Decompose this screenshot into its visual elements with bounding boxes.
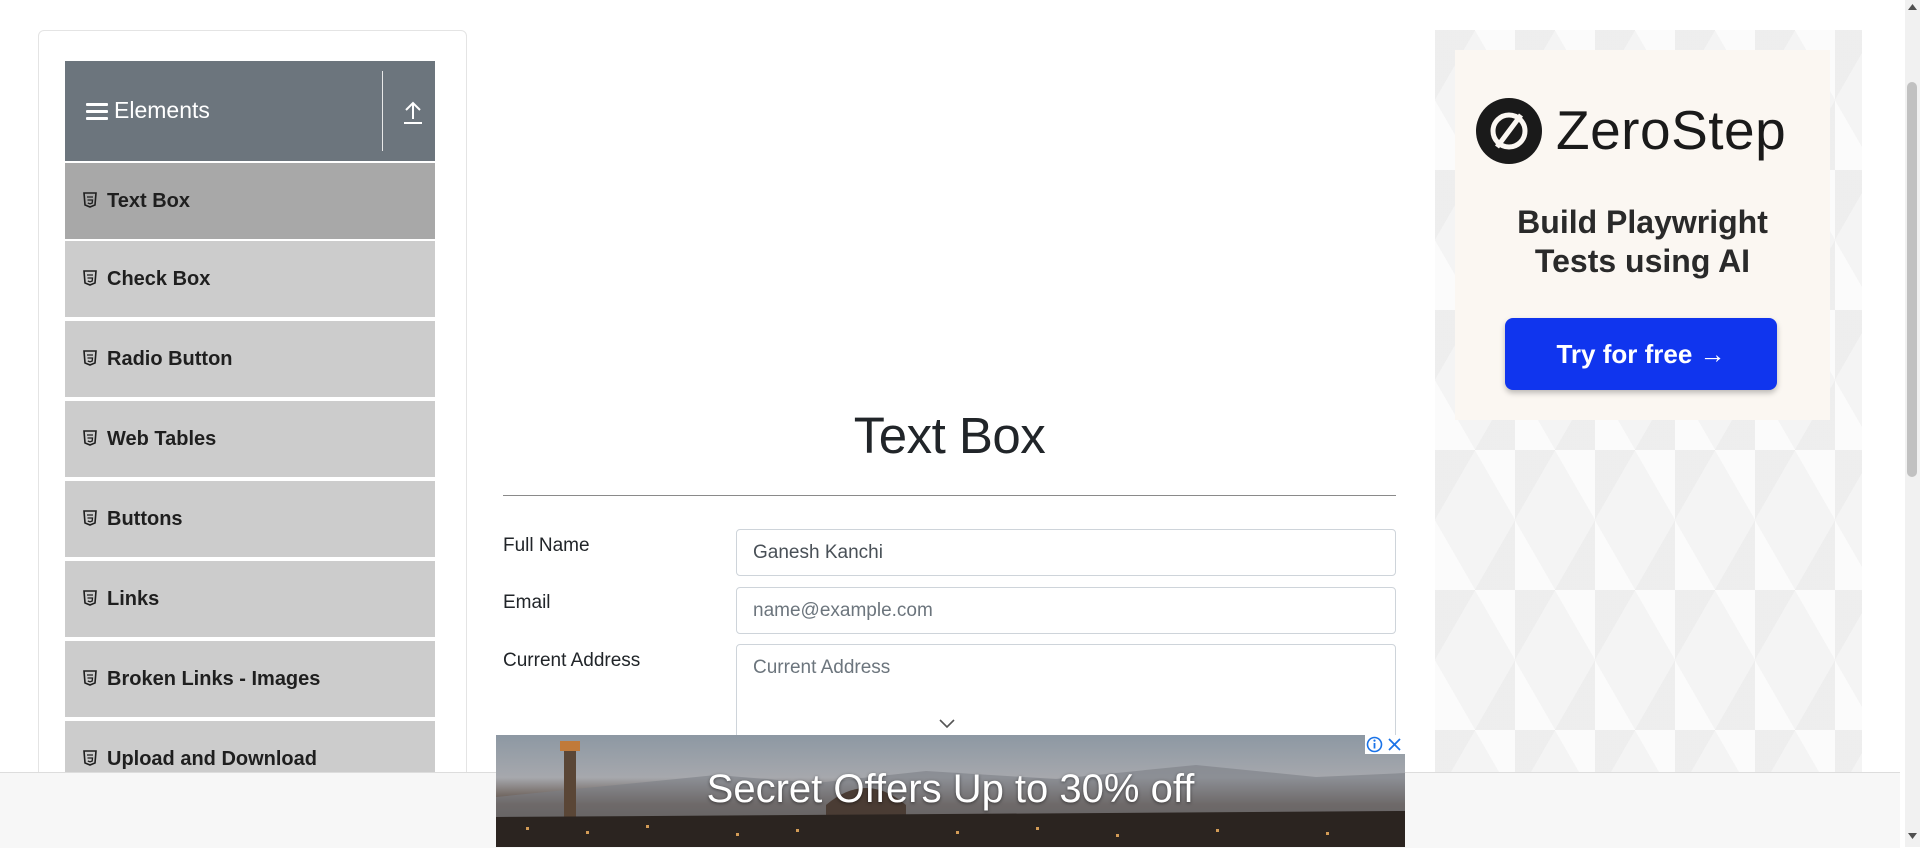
email-label: Email	[503, 592, 551, 613]
html5-icon	[83, 430, 97, 446]
bottom-banner-ad[interactable]: Secret Offers Up to 30% off	[496, 735, 1405, 847]
current-address-label: Current Address	[503, 650, 641, 671]
sidebar-item-check-box[interactable]: Check Box	[65, 239, 435, 317]
sidebar-item-label: Text Box	[107, 190, 190, 212]
elements-group-header[interactable]: Elements	[65, 61, 435, 161]
title-divider	[503, 495, 1396, 496]
sidebar-item-buttons[interactable]: Buttons	[65, 479, 435, 557]
scroll-up-arrow-icon[interactable]	[1908, 4, 1917, 10]
page-title: Text Box	[853, 407, 1046, 464]
html5-icon	[83, 670, 97, 686]
sidebar-item-label: Buttons	[107, 508, 183, 530]
sidebar-item-label: Radio Button	[107, 348, 233, 370]
group-title: Elements	[114, 97, 210, 123]
sidebar-item-radio-button[interactable]: Radio Button	[65, 319, 435, 397]
html5-icon	[83, 590, 97, 606]
banner-headline: Secret Offers Up to 30% off	[706, 767, 1195, 811]
email-input[interactable]	[736, 587, 1396, 634]
html5-icon	[83, 270, 97, 286]
sidebar-item-text-box[interactable]: Text Box	[65, 161, 435, 239]
hamburger-icon	[86, 103, 108, 121]
html5-icon	[83, 192, 97, 208]
ad-tagline-line2: Tests using AI	[1534, 243, 1751, 279]
ad-tagline: Build Playwright Tests using AI	[1455, 203, 1830, 281]
html5-icon	[83, 510, 97, 526]
sidebar-item-label: Upload and Download	[107, 748, 317, 770]
sidebar-item-label: Check Box	[107, 268, 211, 290]
sidebar-item-broken-links[interactable]: Broken Links - Images	[65, 639, 435, 717]
zerostep-logo-icon	[1476, 98, 1542, 164]
sidebar-item-label: Links	[107, 588, 160, 610]
sidebar-item-label: Web Tables	[107, 428, 217, 450]
ad-close-icon[interactable]	[1384, 735, 1405, 754]
scrollbar-thumb[interactable]	[1907, 82, 1917, 477]
ad-tagline-line1: Build Playwright	[1517, 204, 1768, 240]
html5-icon	[83, 750, 97, 766]
ad-info-icon[interactable]	[1365, 735, 1384, 754]
ad-brand-name: ZeroStep	[1556, 99, 1787, 161]
sidebar-item-label: Broken Links - Images	[107, 668, 321, 690]
chevron-down-icon[interactable]	[938, 718, 956, 730]
sidebar-item-web-tables[interactable]: Web Tables	[65, 399, 435, 477]
html5-icon	[83, 350, 97, 366]
sidebar-item-links[interactable]: Links	[65, 559, 435, 637]
scroll-down-arrow-icon[interactable]	[1908, 833, 1917, 839]
full-name-label: Full Name	[503, 535, 590, 556]
full-name-input[interactable]	[736, 529, 1396, 576]
try-for-free-button[interactable]: Try for free →	[1505, 318, 1777, 390]
header-divider	[382, 71, 383, 151]
collapse-up-icon[interactable]	[403, 99, 423, 125]
